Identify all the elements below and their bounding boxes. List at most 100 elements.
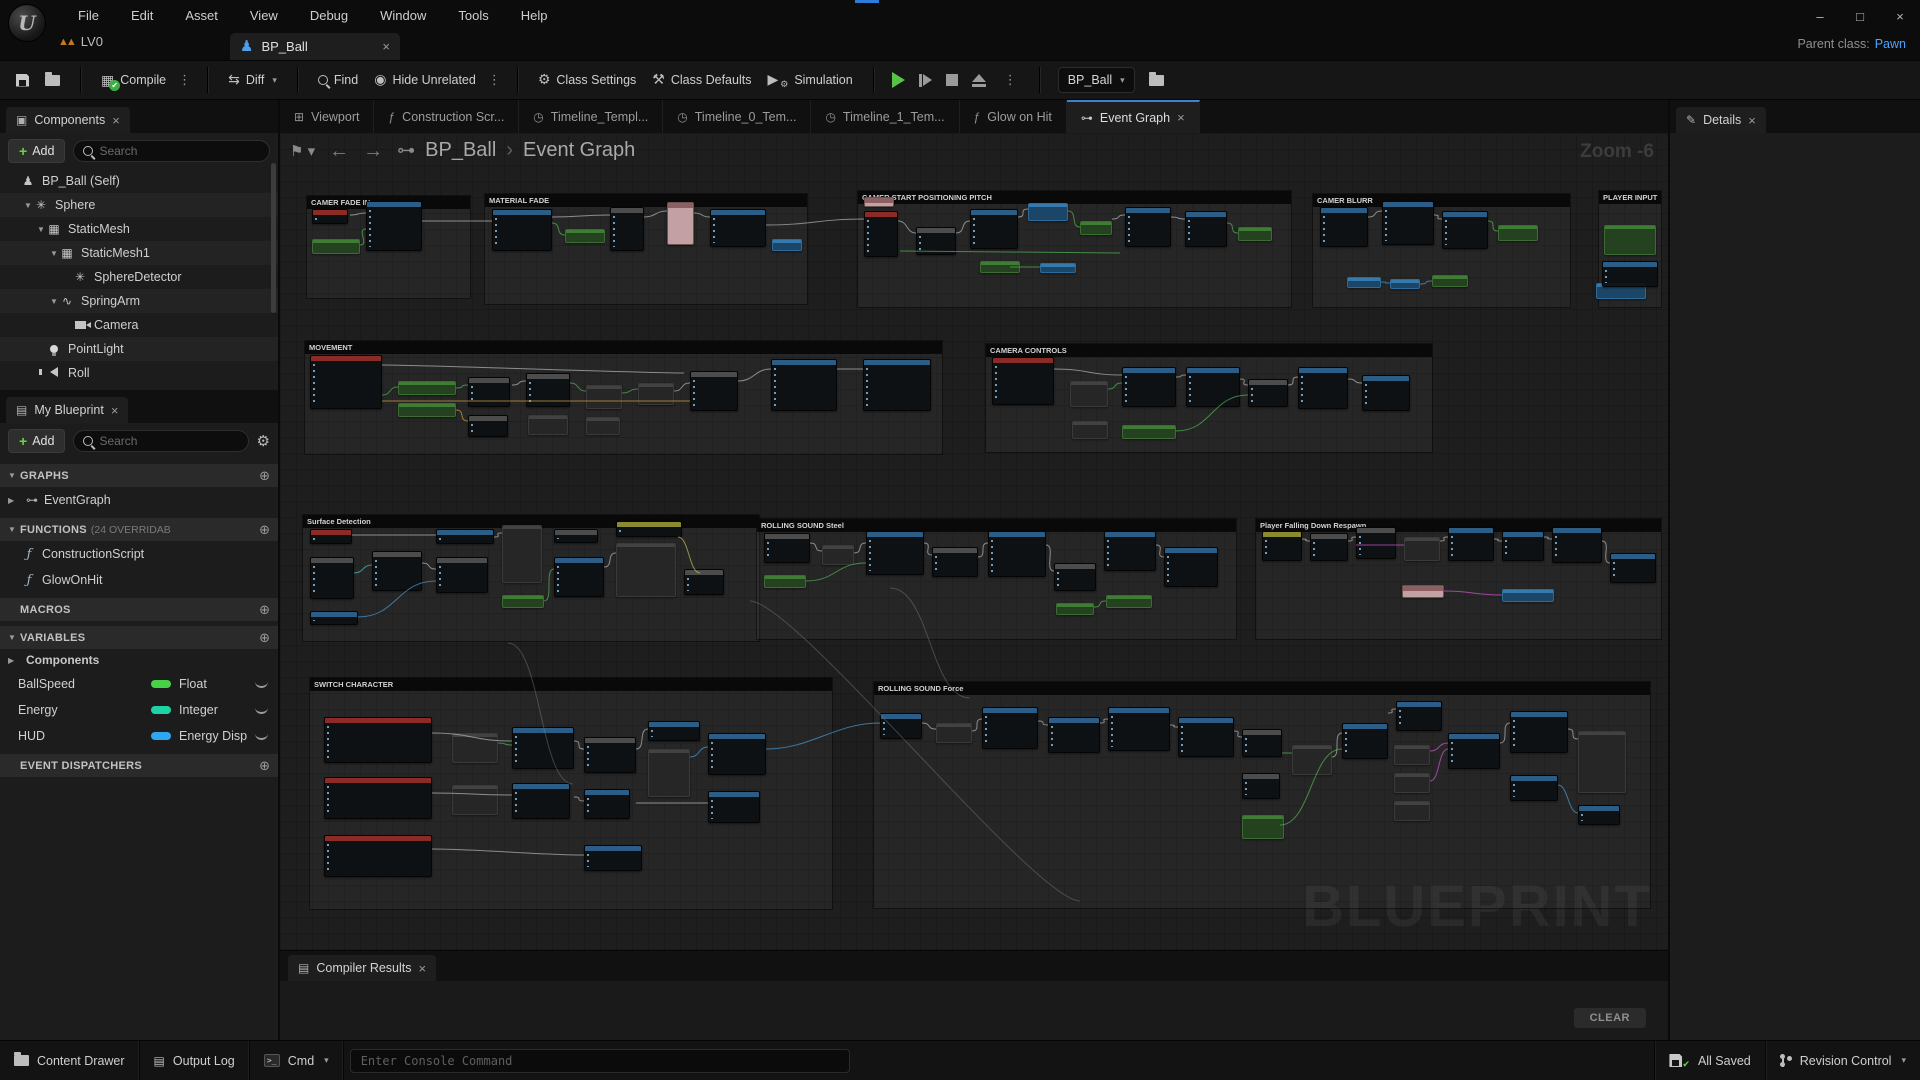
graph-node[interactable] [616, 521, 682, 537]
parent-class-link[interactable]: Pawn [1875, 37, 1906, 51]
tab-compiler-results[interactable]: ▤ Compiler Results × [288, 955, 436, 981]
components-search-input[interactable]: Search [73, 140, 270, 162]
graph-node[interactable] [980, 261, 1020, 273]
add-dispatcher-icon[interactable]: ⊕ [259, 758, 270, 774]
component-row-bp-ball-self-[interactable]: ♟BP_Ball (Self) [0, 169, 278, 193]
close-button[interactable]: × [1880, 0, 1920, 32]
component-row-camera[interactable]: Camera [0, 313, 278, 337]
graph-node[interactable] [764, 533, 810, 563]
macros-section-header[interactable]: MACROS ⊕ [0, 598, 278, 621]
graph-node[interactable] [863, 359, 931, 411]
graph-node[interactable] [1402, 585, 1444, 598]
graph-node[interactable] [584, 845, 642, 871]
graph-node[interactable] [988, 531, 1046, 577]
menu-asset[interactable]: Asset [169, 0, 234, 32]
event-graph-canvas[interactable]: ⚑ ▾ ← → ⊶ BP_Ball › Event Graph Zoom -6 … [280, 133, 1668, 950]
graph-node[interactable] [1262, 531, 1302, 561]
graph-node[interactable] [1298, 367, 1348, 409]
component-row-roll[interactable]: Roll [0, 361, 278, 385]
graph-node[interactable] [710, 209, 766, 247]
graph-node[interactable] [1578, 805, 1620, 825]
graph-node[interactable] [1502, 589, 1554, 602]
component-row-staticmesh[interactable]: ▼▦StaticMesh [0, 217, 278, 241]
graph-node[interactable] [586, 417, 620, 435]
menu-tools[interactable]: Tools [442, 0, 504, 32]
compile-options-icon[interactable]: ⋮ [174, 72, 195, 88]
tab-components[interactable]: ▣ Components × [6, 107, 130, 133]
graph-node[interactable] [366, 201, 422, 251]
simulation-button[interactable]: ▶⚙ Simulation [759, 65, 860, 95]
graph-node[interactable] [1448, 733, 1500, 769]
component-row-springarm[interactable]: ▼∿SpringArm [0, 289, 278, 313]
variable-row-hud[interactable]: HUDEnergy Disp [0, 723, 278, 749]
graph-item-eventgraph[interactable]: ▶⊶EventGraph [0, 487, 278, 513]
graph-node[interactable] [512, 727, 574, 769]
tab-bp-ball[interactable]: ♟ BP_Ball × [230, 33, 400, 60]
graph-node[interactable] [554, 529, 598, 543]
graph-node[interactable] [1072, 421, 1108, 439]
compile-button[interactable]: ▦✔ Compile [93, 65, 174, 95]
hide-unrelated-options-icon[interactable]: ⋮ [484, 72, 505, 88]
graph-node[interactable] [1356, 527, 1396, 559]
graph-node[interactable] [1056, 603, 1094, 615]
graph-tab-timeline-0-tem-[interactable]: ◷Timeline_0_Tem... [663, 100, 811, 133]
graph-node[interactable] [565, 229, 605, 243]
graph-node[interactable] [1292, 745, 1332, 775]
content-drawer-button[interactable]: Content Drawer [0, 1041, 140, 1080]
graph-node[interactable] [822, 545, 854, 565]
graphs-section-header[interactable]: ▼ GRAPHS ⊕ [0, 464, 278, 487]
graph-node[interactable] [764, 575, 806, 588]
graph-node[interactable] [436, 557, 488, 593]
graph-node[interactable] [1394, 745, 1430, 765]
collapse-arrow-icon[interactable]: ▼ [23, 201, 33, 210]
graph-node[interactable] [1242, 773, 1280, 799]
graph-node[interactable] [864, 211, 898, 257]
graph-node[interactable] [310, 611, 358, 625]
graph-node[interactable] [554, 557, 604, 597]
graph-node[interactable] [398, 403, 456, 417]
scrollbar[interactable] [271, 163, 276, 313]
graph-node[interactable] [1108, 707, 1170, 751]
all-saved-button[interactable]: ✔ All Saved [1654, 1041, 1764, 1080]
graph-node[interactable] [932, 547, 978, 577]
collapse-arrow-icon[interactable]: ▼ [49, 249, 59, 258]
graph-tab-glow-on-hit[interactable]: ƒGlow on Hit [960, 100, 1067, 133]
graph-node[interactable] [1382, 201, 1434, 245]
graph-node[interactable] [436, 529, 494, 544]
graph-node[interactable] [312, 239, 360, 254]
graph-node[interactable] [1125, 207, 1171, 247]
menu-debug[interactable]: Debug [294, 0, 364, 32]
graph-node[interactable] [1552, 527, 1602, 563]
graph-node[interactable] [1186, 367, 1240, 407]
graph-node[interactable] [1040, 263, 1076, 273]
graph-node[interactable] [1394, 801, 1430, 821]
stop-button[interactable] [946, 74, 958, 86]
graph-node[interactable] [1432, 275, 1468, 287]
hide-unrelated-button[interactable]: ◉ Hide Unrelated [366, 65, 484, 95]
graph-node[interactable] [584, 737, 636, 773]
component-row-staticmesh1[interactable]: ▼▦StaticMesh1 [0, 241, 278, 265]
graph-node[interactable] [1347, 277, 1381, 288]
components-variable-group[interactable]: ▶ Components [0, 649, 278, 671]
graph-node[interactable] [372, 551, 422, 591]
expand-arrow-icon[interactable]: ▶ [8, 496, 20, 505]
graph-node[interactable] [1394, 773, 1430, 793]
component-row-pointlight[interactable]: PointLight [0, 337, 278, 361]
graph-node[interactable] [866, 531, 924, 575]
output-log-button[interactable]: ▤ Output Log [140, 1041, 250, 1080]
graph-node[interactable] [667, 202, 694, 245]
graph-node[interactable] [1238, 227, 1272, 241]
graph-node[interactable] [1448, 527, 1494, 561]
class-settings-button[interactable]: ⚙ Class Settings [530, 65, 644, 95]
graph-node[interactable] [1602, 261, 1658, 287]
save-button[interactable] [8, 65, 37, 95]
collapse-arrow-icon[interactable]: ▼ [49, 297, 59, 306]
graph-tab-construction-scr-[interactable]: ƒConstruction Scr... [374, 100, 519, 133]
graph-node[interactable] [992, 357, 1054, 405]
add-variable-icon[interactable]: ⊕ [259, 630, 270, 646]
close-icon[interactable]: × [112, 113, 120, 128]
graph-node[interactable] [1310, 533, 1348, 561]
menu-edit[interactable]: Edit [115, 0, 169, 32]
eye-closed-icon[interactable] [255, 707, 268, 714]
graph-node[interactable] [1164, 547, 1218, 587]
